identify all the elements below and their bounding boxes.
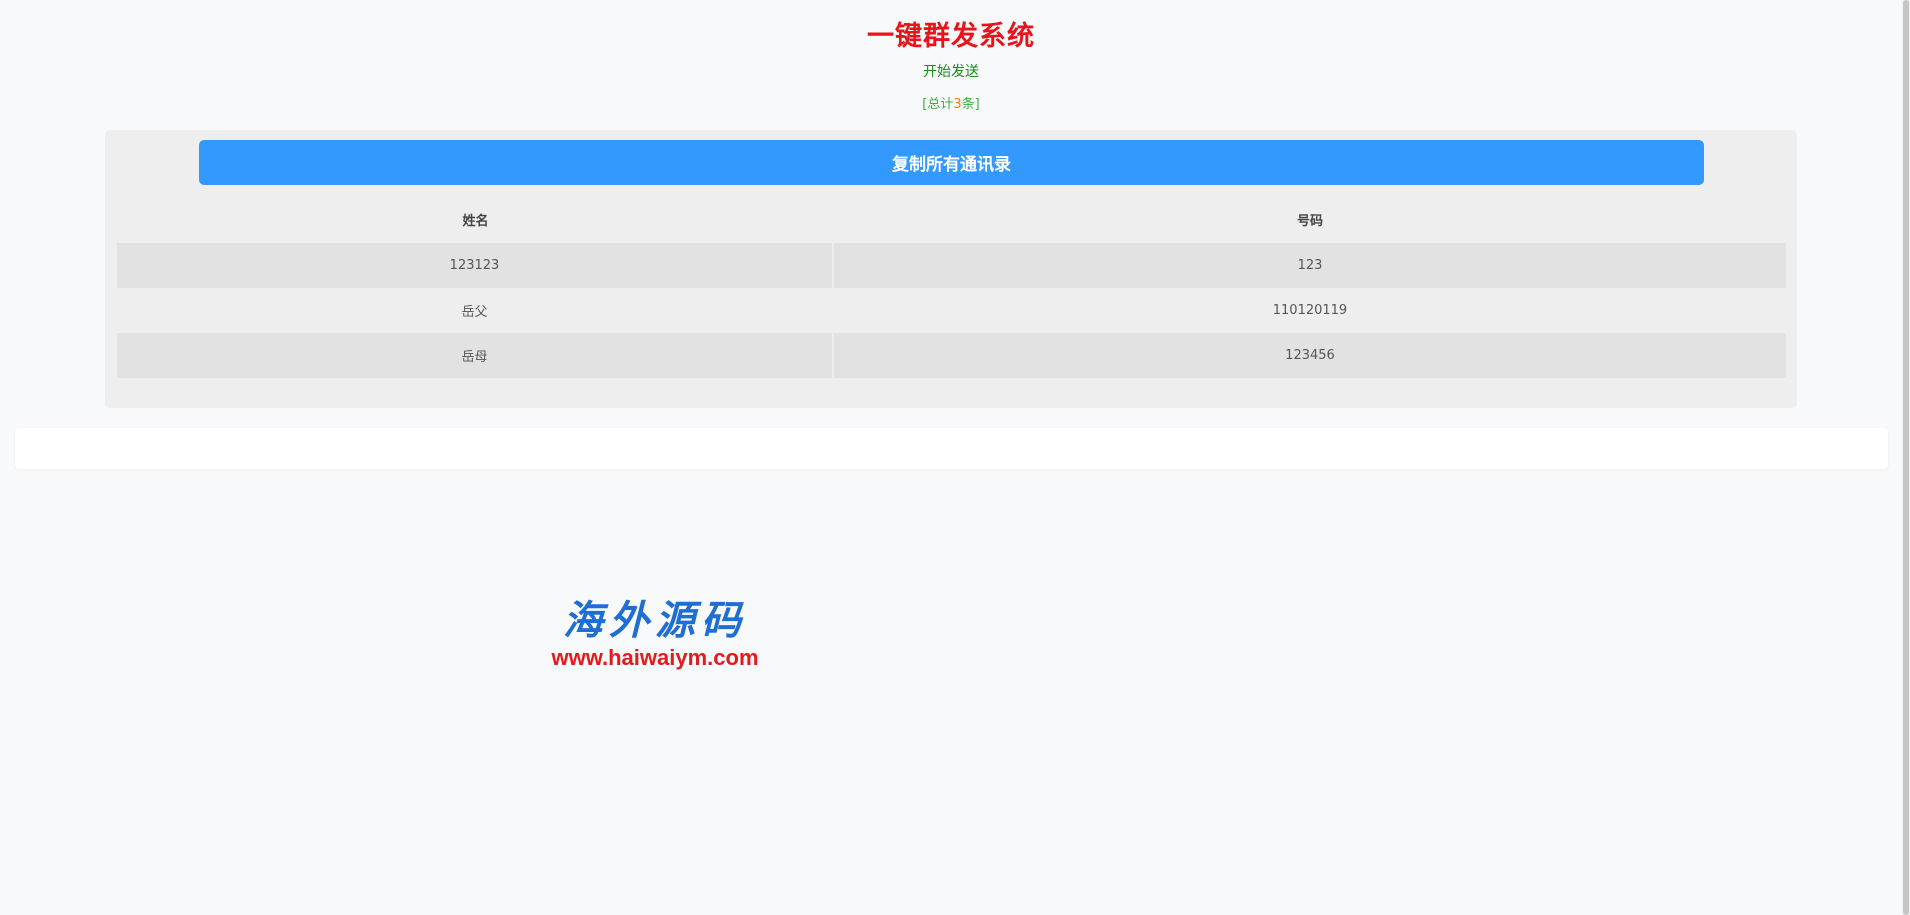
cell-number: 123456 [834,333,1786,378]
watermark-brand: 海外源码 [563,598,747,644]
cell-number: 110120119 [1272,303,1348,318]
watermark-logo: 海外源码 www.haiwaiym.com [550,598,758,670]
contacts-table: 姓名 号码 123123 123 岳父 110120119 岳母 123456 [117,196,1786,378]
cell-number: 123 [834,243,1786,288]
cell-name: 123123 [117,243,834,288]
table-row: 岳母 123456 [117,333,1786,378]
copy-all-contacts-button[interactable]: 复制所有通讯录 [199,140,1704,185]
cell-name: 岳母 [117,333,834,378]
cell-name: 岳父 [117,288,834,333]
total-count: 3 [953,97,962,112]
total-prefix: [总计 [922,97,954,112]
table-row: 123123 123 [117,243,1786,288]
total-count-label: [总计3条] [0,93,1902,112]
page: 一键群发系统 开始发送 [总计3条] 复制所有通讯录 姓名 号码 123123 … [0,0,1910,915]
table-header-row: 姓名 号码 [117,196,1786,243]
scrollbar-thumb[interactable] [1903,0,1909,915]
table-row: 岳父 110120119 [117,288,1786,333]
column-header-number: 号码 [1296,214,1323,229]
total-suffix: 条] [961,97,980,112]
contacts-panel: 复制所有通讯录 姓名 号码 123123 123 岳父 110120119 岳母 [105,130,1797,408]
watermark-url: www.haiwaiym.com [550,645,758,670]
start-send-status: 开始发送 [923,64,979,80]
column-header-name: 姓名 [462,214,489,229]
page-title: 一键群发系统 [867,21,1035,52]
empty-content-bar [15,428,1888,469]
